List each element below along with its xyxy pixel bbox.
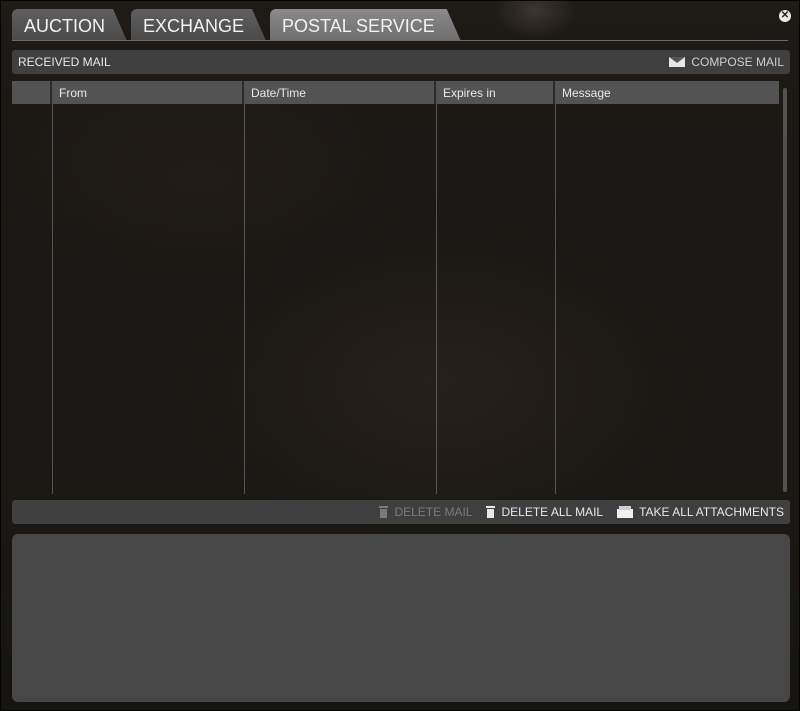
column-divider bbox=[436, 104, 437, 494]
tab-postal-service[interactable]: POSTAL SERVICE bbox=[270, 9, 461, 41]
tab-auction[interactable]: AUCTION bbox=[12, 9, 127, 41]
tab-auction-label: AUCTION bbox=[24, 16, 105, 36]
delete-mail-label: DELETE MAIL bbox=[394, 505, 473, 519]
column-header-select[interactable] bbox=[12, 81, 52, 104]
compose-mail-label: COMPOSE MAIL bbox=[691, 55, 784, 69]
received-mail-bar: RECEIVED MAIL COMPOSE MAIL bbox=[12, 50, 790, 74]
column-divider bbox=[52, 104, 53, 494]
tab-bar: AUCTION EXCHANGE POSTAL SERVICE bbox=[12, 9, 461, 41]
delete-all-mail-label: DELETE ALL MAIL bbox=[501, 505, 604, 519]
delete-mail-button[interactable]: DELETE MAIL bbox=[379, 505, 472, 519]
tab-postal-service-label: POSTAL SERVICE bbox=[282, 16, 435, 36]
column-header-expires[interactable]: Expires in bbox=[436, 81, 555, 104]
mail-window: AUCTION EXCHANGE POSTAL SERVICE ✕ RECEIV… bbox=[0, 0, 800, 711]
delete-all-mail-button[interactable]: DELETE ALL MAIL bbox=[486, 505, 603, 519]
received-mail-title: RECEIVED MAIL bbox=[18, 55, 111, 69]
column-header-message[interactable]: Message bbox=[555, 81, 779, 104]
column-header-from[interactable]: From bbox=[52, 81, 244, 104]
column-divider bbox=[555, 104, 556, 494]
tab-exchange[interactable]: EXCHANGE bbox=[131, 9, 266, 41]
mail-table-header: From Date/Time Expires in Message bbox=[12, 81, 779, 104]
tab-divider bbox=[12, 40, 788, 41]
mail-actions-bar: DELETE MAIL DELETE ALL MAIL TAKE ALL ATT… bbox=[12, 500, 790, 524]
take-all-attachments-button[interactable]: TAKE ALL ATTACHMENTS bbox=[617, 505, 784, 519]
trash-icon bbox=[486, 506, 496, 518]
mail-table: From Date/Time Expires in Message bbox=[12, 81, 779, 494]
mail-list-scrollbar[interactable] bbox=[783, 88, 787, 492]
close-icon[interactable]: ✕ bbox=[779, 10, 791, 22]
box-icon bbox=[617, 506, 634, 518]
mail-actions: DELETE MAIL DELETE ALL MAIL TAKE ALL ATT… bbox=[379, 500, 784, 524]
message-preview-pane bbox=[12, 534, 790, 702]
column-divider bbox=[244, 104, 245, 494]
column-header-datetime[interactable]: Date/Time bbox=[244, 81, 436, 104]
take-all-attachments-label: TAKE ALL ATTACHMENTS bbox=[639, 505, 784, 519]
trash-icon bbox=[379, 506, 389, 518]
envelope-icon bbox=[669, 57, 686, 67]
compose-mail-button[interactable]: COMPOSE MAIL bbox=[669, 50, 784, 74]
tab-exchange-label: EXCHANGE bbox=[143, 16, 245, 36]
